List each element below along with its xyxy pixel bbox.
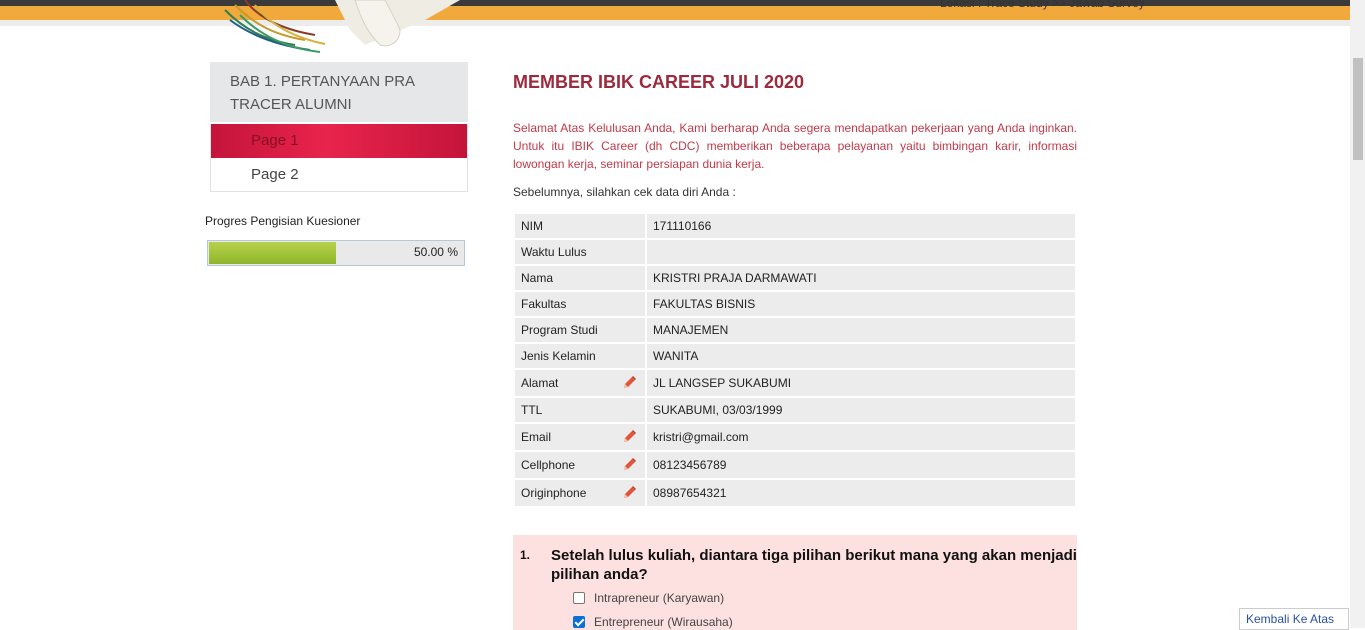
row-value: SUKABUMI, 03/03/1999 [647, 398, 1075, 422]
sidebar-section-title: BAB 1. PERTANYAAN PRA TRACER ALUMNI [210, 62, 468, 122]
check-data-text: Sebelumnya, silahkan cek data diri Anda … [513, 185, 736, 199]
progress-bar-fill [209, 242, 336, 264]
table-row: Program Studi MANAJEMEN [515, 318, 1075, 342]
row-label: Jenis Kelamin [515, 344, 645, 368]
row-label: Nama [515, 266, 645, 290]
question-card: 1. Setelah lulus kuliah, diantara tiga p… [513, 535, 1077, 630]
header-graduation-illustration [224, 0, 460, 53]
option-intrapreneur[interactable]: Intrapreneur (Karyawan) [573, 591, 724, 605]
table-row: Cellphone 08123456789 [515, 452, 1075, 478]
row-value: kristri@gmail.com [647, 424, 1075, 450]
row-value: FAKULTAS BISNIS [647, 292, 1075, 316]
row-label: Waktu Lulus [515, 240, 645, 264]
row-value [647, 240, 1075, 264]
row-value: KRISTRI PRAJA DARMAWATI [647, 266, 1075, 290]
table-row: Email kristri@gmail.com [515, 424, 1075, 450]
row-value: 08987654321 [647, 480, 1075, 506]
top-bar-divider [0, 20, 1350, 26]
page-title: MEMBER IBIK CAREER JULI 2020 [513, 72, 805, 92]
row-value: 171110166 [647, 214, 1075, 238]
table-row: TTL SUKABUMI, 03/03/1999 [515, 398, 1075, 422]
edit-cellphone-pencil-icon[interactable] [621, 457, 637, 473]
progress-label: Progres Pengisian Kuesioner [205, 214, 361, 228]
page-scrollbar[interactable] [1350, 0, 1365, 628]
row-label: Originphone [521, 486, 587, 500]
row-label: Fakultas [515, 292, 645, 316]
row-label: TTL [515, 398, 645, 422]
row-value: MANAJEMEN [647, 318, 1075, 342]
option-label: Intrapreneur (Karyawan) [594, 591, 725, 605]
table-row: Alamat JL LANGSEP SUKABUMI [515, 370, 1075, 396]
edit-originphone-pencil-icon[interactable] [621, 485, 637, 501]
table-row: NIM 171110166 [515, 214, 1075, 238]
breadcrumb: Lokasi : Trace Study >> Jawab Survey [940, 0, 1145, 10]
intro-text: Selamat Atas Kelulusan Anda, Kami berhar… [513, 121, 1077, 171]
table-row: Fakultas FAKULTAS BISNIS [515, 292, 1075, 316]
question-number: 1. [520, 548, 531, 562]
row-label: Email [521, 430, 552, 444]
checkbox-entrepreneur-checked[interactable] [573, 616, 585, 628]
progress-percentage: 50.00 % [413, 245, 458, 259]
row-value: JL LANGSEP SUKABUMI [647, 370, 1075, 396]
row-label: NIM [515, 214, 645, 238]
row-label: Cellphone [521, 458, 576, 472]
personal-data-table: NIM 171110166 Waktu Lulus Nama KRISTRI PRA… [513, 212, 1077, 508]
row-value: WANITA [647, 344, 1075, 368]
sidebar-item-page-2[interactable]: Page 2 [210, 158, 468, 192]
row-label: Alamat [521, 376, 559, 390]
row-label: Program Studi [515, 318, 645, 342]
table-row: Nama KRISTRI PRAJA DARMAWATI [515, 266, 1075, 290]
table-row: Waktu Lulus [515, 240, 1075, 264]
top-bar [0, 0, 1350, 20]
back-to-top-button[interactable]: Kembali Ke Atas [1239, 608, 1349, 630]
progress-bar: 50.00 % [207, 240, 465, 266]
option-entrepreneur[interactable]: Entrepreneur (Wirausaha) [573, 615, 733, 629]
row-value: 08123456789 [647, 452, 1075, 478]
table-row: Originphone 08987654321 [515, 480, 1075, 506]
sidebar-item-page-1[interactable]: Page 1 [210, 124, 468, 158]
checkbox-intrapreneur[interactable] [573, 592, 585, 604]
option-label: Entrepreneur (Wirausaha) [594, 615, 733, 629]
table-row: Jenis Kelamin WANITA [515, 344, 1075, 368]
scrollbar-thumb[interactable] [1353, 58, 1363, 160]
edit-email-pencil-icon[interactable] [621, 429, 637, 445]
question-text: Setelah lulus kuliah, diantara tiga pili… [551, 547, 1077, 583]
edit-address-pencil-icon[interactable] [621, 375, 637, 391]
